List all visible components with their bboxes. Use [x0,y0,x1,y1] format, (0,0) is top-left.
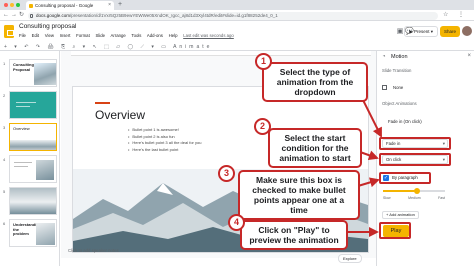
callout-3-badge: 3 [218,165,235,182]
callout-4-badge: 4 [228,214,245,231]
callout-2: Select the start condition for the anima… [268,128,362,168]
callout-3-text: Make sure this box is checked to make bu… [252,175,346,215]
callout-1: Select the type of animation from the dr… [262,62,368,102]
callout-3: Make sure this box is checked to make bu… [238,170,360,220]
callout-1-text: Select the type of animation from the dr… [276,67,354,97]
arrow-2 [359,150,379,161]
callout-2-text: Select the start condition for the anima… [279,133,351,163]
callout-1-badge: 1 [255,53,272,70]
callout-2-badge: 2 [254,118,271,135]
callout-4-text: Click on "Play" to preview the animation [249,225,339,245]
callout-4: Click on "Play" to preview the animation [240,220,348,250]
arrow-1 [361,97,382,138]
arrow-3 [357,177,380,188]
